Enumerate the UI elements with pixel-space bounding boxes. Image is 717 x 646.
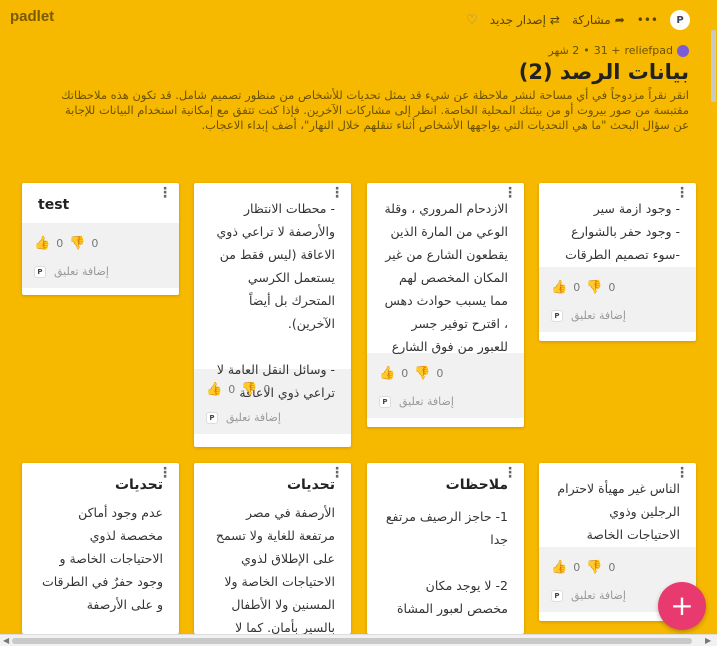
reactions: 👍 0 👎 0 xyxy=(379,361,512,385)
reactions: 👍 0 👎 0 xyxy=(551,275,684,299)
scroll-right-icon[interactable]: ▶ xyxy=(705,635,711,646)
add-comment-label: إضافة تعليق xyxy=(399,395,454,408)
post-title: ملاحظات xyxy=(445,477,508,493)
dislike-count: 0 xyxy=(608,560,616,574)
comment-row[interactable]: P إضافة تعليق xyxy=(379,395,512,408)
thumbs-up-icon[interactable]: 👍 xyxy=(551,560,567,575)
share-icon: ➦ xyxy=(614,13,625,27)
thumbs-down-icon[interactable]: 👎 xyxy=(241,382,257,397)
more-menu-button[interactable]: ••• xyxy=(637,13,658,27)
board-author[interactable]: reliefpad xyxy=(624,44,673,57)
horizontal-scrollbar-thumb[interactable] xyxy=(12,638,692,644)
post-body: - محطات الانتظار والأرصفة لا تراعي ذوي ا… xyxy=(216,201,335,400)
post-card[interactable]: ⋮ - وجود ازمة سير - وجود حفر بالشوارع -س… xyxy=(539,183,696,341)
post-body: - وجود ازمة سير - وجود حفر بالشوارع -سوء… xyxy=(565,201,680,262)
commenter-avatar: P xyxy=(206,411,218,424)
scroll-left-icon[interactable]: ◀ xyxy=(3,635,9,646)
remake-label: إصدار جديد xyxy=(489,13,546,27)
remake-icon: ⇄ xyxy=(549,13,560,27)
commenter-avatar: P xyxy=(379,395,391,408)
meta-separator: • xyxy=(583,44,590,57)
thumbs-up-icon[interactable]: 👍 xyxy=(551,280,567,295)
card-menu-icon[interactable]: ⋮ xyxy=(675,186,689,200)
brand-logo[interactable]: padlet xyxy=(10,8,54,25)
post-card[interactable]: ⋮ تحديات عدم وجود أماكن مخصصة لذوي الاحت… xyxy=(22,463,179,634)
like-count: 0 xyxy=(573,280,581,294)
commenter-avatar: P xyxy=(551,589,563,602)
post-body: الناس غير مهيأة لاحترام الرجلين وذوي الا… xyxy=(557,481,680,542)
card-menu-icon[interactable]: ⋮ xyxy=(675,466,689,480)
add-post-button[interactable]: + xyxy=(658,582,706,630)
heart-icon[interactable]: ♡ xyxy=(466,13,478,28)
thumbs-down-icon[interactable]: 👎 xyxy=(586,560,602,575)
card-menu-icon[interactable]: ⋮ xyxy=(330,466,344,480)
top-bar: padlet ♡ إصدار جديد ⇄ مشاركة ➦ ••• P xyxy=(0,0,700,40)
post-title: تحديات xyxy=(114,477,163,493)
post-body: عدم وجود أماكن مخصصة لذوي الاحتياجات الخ… xyxy=(41,505,163,612)
thumbs-down-icon[interactable]: 👎 xyxy=(69,236,85,251)
author-avatar-icon xyxy=(677,44,689,57)
add-comment-label: إضافة تعليق xyxy=(571,309,626,322)
dislike-count: 0 xyxy=(91,236,99,250)
commenter-avatar: P xyxy=(551,309,563,322)
share-label: مشاركة xyxy=(571,13,611,27)
post-card[interactable]: ⋮ test 👍 0 👎 0 P إضافة تعليق xyxy=(22,183,179,295)
post-body: الازدحام المروري ، وقلة الوعي من المارة … xyxy=(384,201,508,354)
dislike-count: 0 xyxy=(263,382,271,396)
post-card[interactable]: ⋮ تحديات الأرصفة في مصر مرتفعة للغاية ول… xyxy=(194,463,351,634)
comment-row[interactable]: P إضافة تعليق xyxy=(551,309,684,322)
post-body: الأرصفة في مصر مرتفعة للغاية ولا تسمح عل… xyxy=(215,505,335,634)
like-count: 0 xyxy=(401,366,409,380)
board-description: انقر نقراً مزدوجاً في أي مساحة لنشر ملاح… xyxy=(61,88,689,132)
board-likes: + 31 xyxy=(593,44,621,57)
top-actions: ♡ إصدار جديد ⇄ مشاركة ➦ ••• P xyxy=(466,8,690,32)
post-title: test xyxy=(38,197,70,213)
add-comment-label: إضافة تعليق xyxy=(571,589,626,602)
thumbs-up-icon[interactable]: 👍 xyxy=(206,382,222,397)
share-button[interactable]: مشاركة ➦ xyxy=(572,13,625,27)
like-count: 0 xyxy=(228,382,236,396)
thumbs-up-icon[interactable]: 👍 xyxy=(34,236,50,251)
card-menu-icon[interactable]: ⋮ xyxy=(503,186,517,200)
card-menu-icon[interactable]: ⋮ xyxy=(158,466,172,480)
dislike-count: 0 xyxy=(608,280,616,294)
comment-row[interactable]: P إضافة تعليق xyxy=(206,411,339,424)
post-card[interactable]: ⋮ - محطات الانتظار والأرصفة لا تراعي ذوي… xyxy=(194,183,351,447)
like-count: 0 xyxy=(573,560,581,574)
commenter-avatar: P xyxy=(34,265,46,278)
reactions: 👍 0 👎 0 xyxy=(34,231,167,255)
thumbs-down-icon[interactable]: 👎 xyxy=(414,366,430,381)
remake-button[interactable]: إصدار جديد ⇄ xyxy=(490,13,560,27)
comment-row[interactable]: P إضافة تعليق xyxy=(34,265,167,278)
card-footer: 👍 0 👎 0 P إضافة تعليق xyxy=(22,223,179,288)
user-avatar[interactable]: P xyxy=(670,10,690,30)
thumbs-up-icon[interactable]: 👍 xyxy=(379,366,395,381)
card-footer: 👍 0 👎 0 P إضافة تعليق xyxy=(367,353,524,418)
board-age: 2 شهر xyxy=(548,44,580,57)
reactions: 👍 0 👎 0 xyxy=(551,555,684,579)
board-meta: reliefpad + 31 • 2 شهر xyxy=(548,44,689,57)
vertical-scrollbar-thumb[interactable] xyxy=(711,30,716,102)
add-comment-label: إضافة تعليق xyxy=(54,265,109,278)
card-footer: 👍 0 👎 0 P إضافة تعليق xyxy=(539,267,696,332)
thumbs-down-icon[interactable]: 👎 xyxy=(586,280,602,295)
card-menu-icon[interactable]: ⋮ xyxy=(158,186,172,200)
post-card[interactable]: ⋮ الازدحام المروري ، وقلة الوعي من المار… xyxy=(367,183,524,427)
board-title: بيانات الرصد (2) xyxy=(518,60,689,84)
post-card[interactable]: ⋮ ملاحظات 1- حاجز الرصيف مرتفع جدا 2- لا… xyxy=(367,463,524,634)
post-title: تحديات xyxy=(286,477,335,493)
add-comment-label: إضافة تعليق xyxy=(226,411,281,424)
horizontal-scrollbar[interactable]: ◀ ▶ xyxy=(0,634,717,646)
dislike-count: 0 xyxy=(436,366,444,380)
like-count: 0 xyxy=(56,236,64,250)
post-body: 1- حاجز الرصيف مرتفع جدا 2- لا يوجد مكان… xyxy=(385,509,508,616)
card-menu-icon[interactable]: ⋮ xyxy=(503,466,517,480)
card-menu-icon[interactable]: ⋮ xyxy=(330,186,344,200)
